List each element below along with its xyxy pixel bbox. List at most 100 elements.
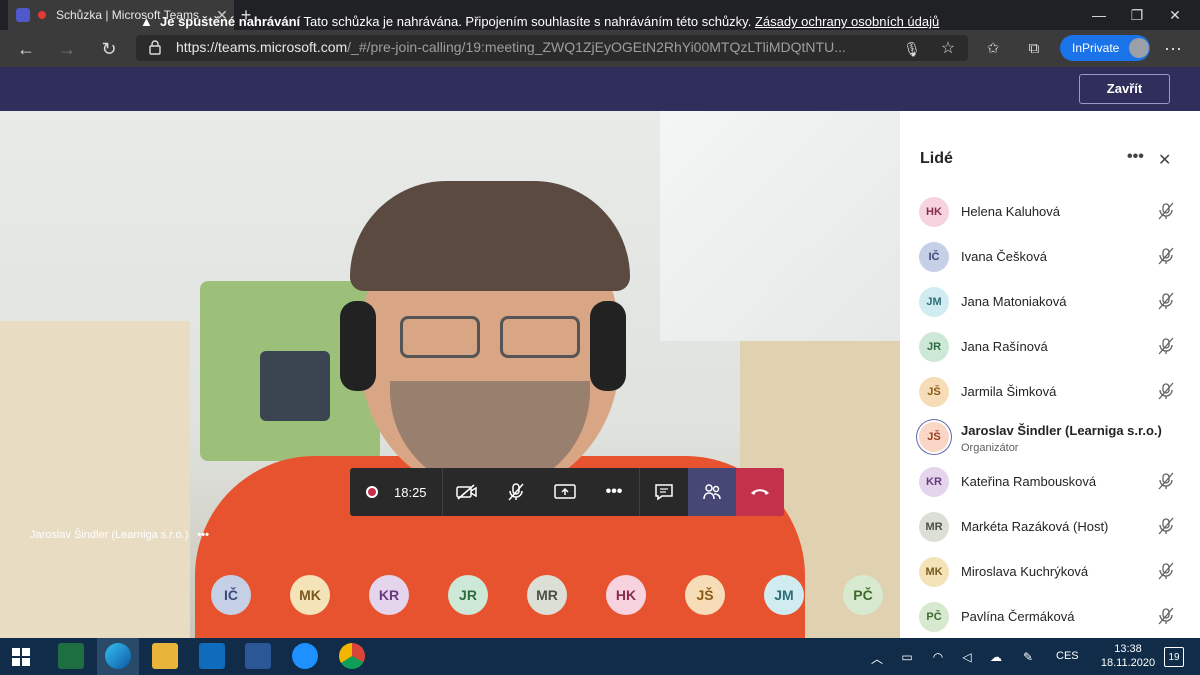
- people-row[interactable]: JR Jana Rašínová: [900, 324, 1200, 369]
- participant-bubble[interactable]: PČ: [843, 575, 883, 615]
- recording-dot-icon: [38, 11, 46, 19]
- participant-name: Jarmila Šimková: [961, 384, 1057, 399]
- participant-bubble[interactable]: JM: [764, 575, 804, 615]
- muted-microphone-icon: [1157, 292, 1175, 310]
- muted-microphone-icon: [1157, 247, 1175, 265]
- window-close-icon[interactable]: ✕: [1156, 0, 1194, 30]
- edge-icon[interactable]: [105, 643, 131, 669]
- participant-bubble[interactable]: MK: [290, 575, 330, 615]
- participant-name: Kateřina Rambousková: [961, 474, 1097, 489]
- video-feed: [0, 111, 900, 638]
- maximize-icon[interactable]: ❐: [1118, 0, 1156, 30]
- meeting-timer: 18:25: [394, 485, 427, 500]
- muted-microphone-icon: [1157, 472, 1175, 490]
- collections-icon[interactable]: ⧉: [1021, 36, 1047, 62]
- participants-icon[interactable]: [688, 468, 736, 516]
- inprivate-button[interactable]: InPrivate: [1060, 35, 1150, 61]
- url-path: /_#/pre-join-calling/19:meeting_ZWQ1ZjEy…: [347, 39, 846, 55]
- url-text[interactable]: https://teams.microsoft.com/_#/pre-join-…: [176, 39, 888, 57]
- people-row[interactable]: HK Helena Kaluhová: [900, 189, 1200, 234]
- people-row[interactable]: MK Miroslava Kuchrýková: [900, 549, 1200, 594]
- avatar: JM: [919, 287, 949, 317]
- notifications-icon[interactable]: 19: [1164, 647, 1184, 667]
- favorite-star-icon[interactable]: ☆: [935, 36, 961, 62]
- forward-icon[interactable]: →: [54, 36, 80, 62]
- warning-icon: ▲: [140, 14, 153, 29]
- avatar: PČ: [919, 602, 949, 632]
- clock-time: 13:38: [1114, 643, 1142, 655]
- volume-icon[interactable]: ◁: [959, 650, 975, 664]
- participant-bubble[interactable]: MR: [527, 575, 567, 615]
- participant-name: Miroslava Kuchrýková: [961, 564, 1089, 579]
- file-explorer-icon[interactable]: [152, 643, 178, 669]
- muted-microphone-icon: [1157, 202, 1175, 220]
- internet-explorer-icon[interactable]: [292, 643, 318, 669]
- privacy-link[interactable]: Zásady ochrany osobních údajů: [755, 14, 939, 29]
- participant-bubble[interactable]: HK: [606, 575, 646, 615]
- minimize-icon[interactable]: —: [1080, 0, 1118, 30]
- speaker-more-icon[interactable]: •••: [197, 529, 209, 541]
- people-row[interactable]: MR Markéta Razáková (Host): [900, 504, 1200, 549]
- avatar: KR: [919, 467, 949, 497]
- avatar: JŠ: [919, 377, 949, 407]
- muted-microphone-icon: [1157, 607, 1175, 625]
- outlook-icon[interactable]: [199, 643, 225, 669]
- clock[interactable]: 13:38 18.11.2020: [1100, 642, 1156, 672]
- hang-up-icon[interactable]: [736, 468, 784, 516]
- microphone-icon[interactable]: 🎙: [899, 36, 925, 62]
- people-more-icon[interactable]: •••: [1127, 148, 1147, 168]
- onedrive-icon[interactable]: ☁: [988, 650, 1004, 664]
- profile-avatar: [1129, 38, 1150, 58]
- avatar: MK: [919, 557, 949, 587]
- speaker-name: Jaroslav Šindler (Learniga s.r.o.): [30, 529, 189, 541]
- participant-name: Jaroslav Šindler (Learniga s.r.o.): [961, 423, 1162, 438]
- back-icon[interactable]: ←: [13, 36, 39, 62]
- people-row[interactable]: JM Jana Matoniaková: [900, 279, 1200, 324]
- recording-banner: [0, 67, 1200, 111]
- participant-bubble[interactable]: IČ: [211, 575, 251, 615]
- settings-more-icon[interactable]: ⋯: [1160, 36, 1186, 62]
- people-row[interactable]: KR Kateřina Rambousková: [900, 459, 1200, 504]
- favorites-icon[interactable]: ✩: [980, 36, 1006, 62]
- clock-date: 18.11.2020: [1100, 657, 1156, 669]
- banner-text: Tato schůzka je nahrávána. Připojením so…: [300, 14, 755, 29]
- participant-bubble[interactable]: JR: [448, 575, 488, 615]
- share-screen-icon[interactable]: [541, 468, 589, 516]
- pen-icon[interactable]: ✎: [1020, 650, 1036, 664]
- more-actions-icon[interactable]: •••: [590, 468, 638, 516]
- word-icon[interactable]: [245, 643, 271, 669]
- battery-icon[interactable]: ▭: [899, 650, 915, 664]
- participant-name: Helena Kaluhová: [961, 204, 1061, 219]
- microphone-off-icon[interactable]: [492, 468, 540, 516]
- banner-message: Je spuštěné nahrávání Tato schůzka je na…: [160, 14, 1080, 32]
- people-row[interactable]: JŠ Jarmila Šimková: [900, 369, 1200, 414]
- participant-name: Pavlína Čermáková: [961, 609, 1075, 624]
- camera-off-icon[interactable]: [443, 468, 491, 516]
- chrome-icon[interactable]: [339, 643, 365, 669]
- people-row[interactable]: IČ Ivana Češková: [900, 234, 1200, 279]
- avatar: JŠ: [919, 422, 949, 452]
- inprivate-label: InPrivate: [1072, 41, 1120, 55]
- participant-bubble[interactable]: JŠ: [685, 575, 725, 615]
- speaker-name-tag: Jaroslav Šindler (Learniga s.r.o.) •••: [30, 529, 220, 545]
- excel-icon[interactable]: [58, 643, 84, 669]
- chat-icon[interactable]: [640, 468, 688, 516]
- muted-microphone-icon: [1157, 517, 1175, 535]
- input-language[interactable]: CES: [1056, 650, 1080, 664]
- people-close-icon[interactable]: ✕: [1158, 150, 1174, 169]
- people-row[interactable]: JŠ Jaroslav Šindler (Learniga s.r.o.) Orga…: [900, 414, 1200, 459]
- participant-bubble[interactable]: KR: [369, 575, 409, 615]
- refresh-icon[interactable]: ↻: [96, 36, 122, 62]
- lock-icon[interactable]: [148, 39, 162, 55]
- participant-name: Jana Rašínová: [961, 339, 1048, 354]
- muted-microphone-icon: [1157, 337, 1175, 355]
- close-banner-button[interactable]: Zavřít: [1079, 74, 1170, 104]
- people-title: Lidé: [920, 150, 953, 167]
- people-row[interactable]: PČ Pavlína Čermáková: [900, 594, 1200, 639]
- participant-name: Markéta Razáková (Host): [961, 519, 1109, 534]
- tray-chevron-icon[interactable]: ︿: [869, 650, 885, 666]
- start-icon[interactable]: [12, 648, 30, 666]
- wifi-icon[interactable]: ◠: [930, 650, 946, 664]
- banner-bold: Je spuštěné nahrávání: [160, 14, 301, 29]
- avatar: HK: [919, 197, 949, 227]
